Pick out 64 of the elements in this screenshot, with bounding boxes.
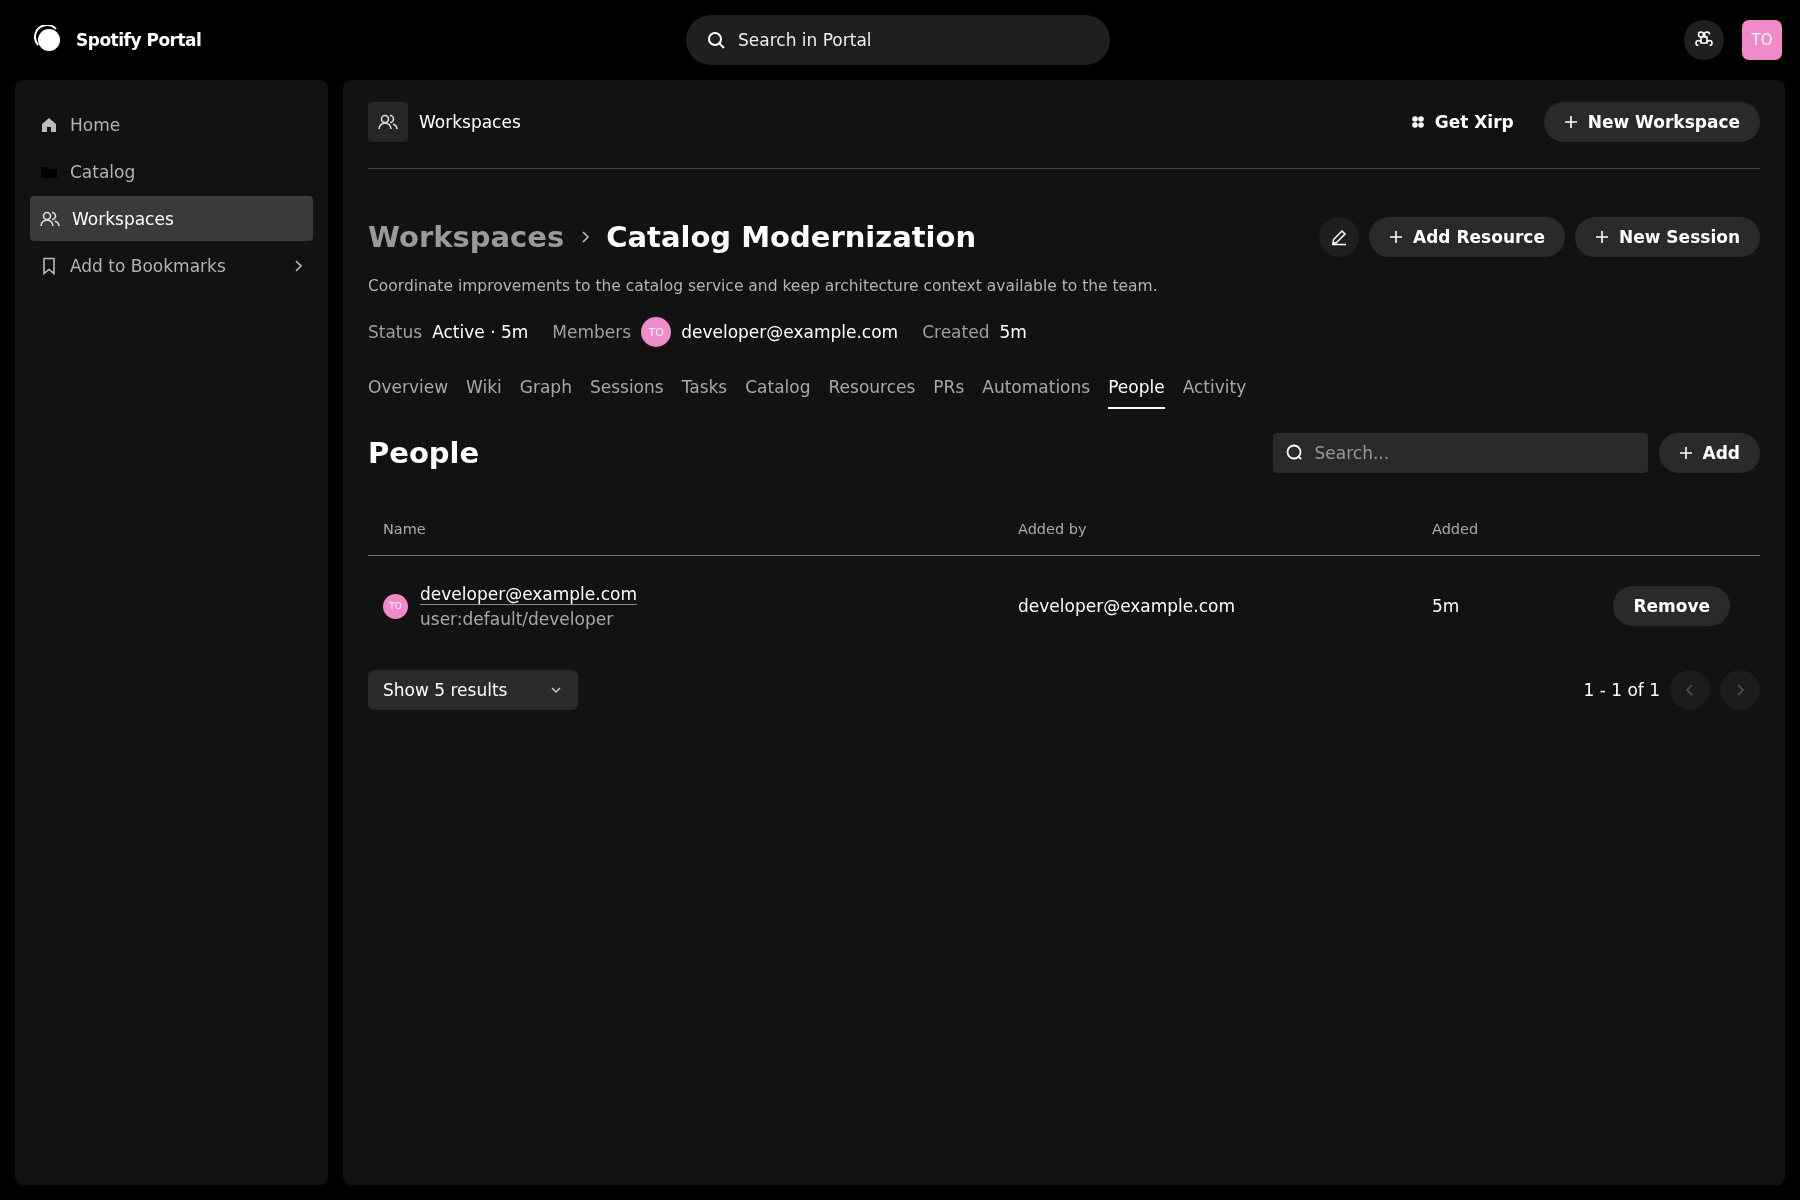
tab[interactable]: Wiki xyxy=(466,373,502,409)
page-size-select[interactable]: Show 5 results xyxy=(368,670,578,710)
chevron-right-icon xyxy=(293,258,303,273)
brand-name: Spotify Portal xyxy=(76,30,202,50)
plus-icon xyxy=(1389,230,1404,244)
breadcrumb-link[interactable]: Workspaces xyxy=(368,220,565,254)
add-button[interactable]: Add xyxy=(1658,433,1760,473)
meta-label: Members xyxy=(552,322,632,342)
tab[interactable]: Catalog xyxy=(745,373,811,409)
user-ref: user:default/developer xyxy=(420,608,615,629)
people-icon xyxy=(368,102,408,142)
new-workspace-button[interactable]: New Workspace xyxy=(1543,102,1760,142)
action-button[interactable]: New Session xyxy=(1575,217,1760,257)
search-field[interactable]: Search in Portal xyxy=(686,15,1110,65)
tab[interactable]: Automations xyxy=(982,373,1091,409)
sidebar-item[interactable]: Home xyxy=(30,102,313,147)
flower-icon xyxy=(1410,115,1425,129)
action-button[interactable]: Add Resource xyxy=(1369,217,1565,257)
bookmark-icon xyxy=(40,256,58,275)
pencil-icon xyxy=(1330,228,1349,246)
search-input[interactable]: Search in Portal xyxy=(738,15,1090,65)
chevron-down-icon xyxy=(549,685,563,695)
member-avatar: TO xyxy=(641,317,672,347)
table-cell-text: 5m xyxy=(1431,596,1461,616)
remove-button[interactable]: Remove xyxy=(1613,586,1730,626)
sidebar-item[interactable]: Add to Bookmarks xyxy=(30,243,313,288)
home-icon xyxy=(40,115,58,134)
tab[interactable]: People xyxy=(1108,373,1165,409)
get-xirp-button[interactable]: Get Xirp xyxy=(1390,112,1534,132)
tab[interactable]: Activity xyxy=(1182,373,1247,409)
tab[interactable]: PRs xyxy=(933,373,965,409)
tab[interactable]: Resources xyxy=(828,373,916,409)
description: Coordinate improvements to the catalog service and keep architecture context available to the team. xyxy=(368,277,1159,295)
sidebar-item[interactable]: Workspaces xyxy=(30,196,313,241)
column-header: Name xyxy=(382,521,427,537)
member-email: developer@example.com xyxy=(681,322,899,342)
column-header: Added xyxy=(1431,521,1480,537)
meta-label: Created xyxy=(922,322,990,342)
chevron-left-icon xyxy=(1685,683,1695,697)
tab[interactable]: Graph xyxy=(519,373,572,409)
search-icon xyxy=(706,30,726,50)
meta-label: Status xyxy=(368,322,423,342)
plus-icon xyxy=(1678,446,1693,460)
sidebar-item[interactable]: Catalog xyxy=(30,149,313,194)
command-button[interactable] xyxy=(1684,20,1724,60)
column-header: Added by xyxy=(1017,521,1088,537)
tab[interactable]: Sessions xyxy=(589,373,664,409)
edit-button[interactable] xyxy=(1319,217,1360,257)
page-range: 1 - 1 of 1 xyxy=(1583,680,1660,700)
created-value: 5m xyxy=(999,322,1027,342)
tab[interactable]: Overview xyxy=(368,373,449,409)
people-icon xyxy=(40,209,60,228)
page-title: Workspaces xyxy=(419,112,521,132)
section-title: People xyxy=(368,436,480,470)
tab[interactable]: Tasks xyxy=(681,373,728,409)
workspace-title: Catalog Modernization xyxy=(606,220,977,254)
user-avatar: TO xyxy=(383,593,408,619)
plus-icon xyxy=(1563,115,1578,129)
chevron-right-icon xyxy=(580,230,591,244)
plus-icon xyxy=(1595,230,1609,244)
chevron-right-icon xyxy=(1735,683,1745,697)
user-link[interactable]: developer@example.com xyxy=(420,583,637,604)
table-cell-text: developer@example.com xyxy=(1017,596,1236,616)
status-value: Active · 5m xyxy=(432,322,529,342)
